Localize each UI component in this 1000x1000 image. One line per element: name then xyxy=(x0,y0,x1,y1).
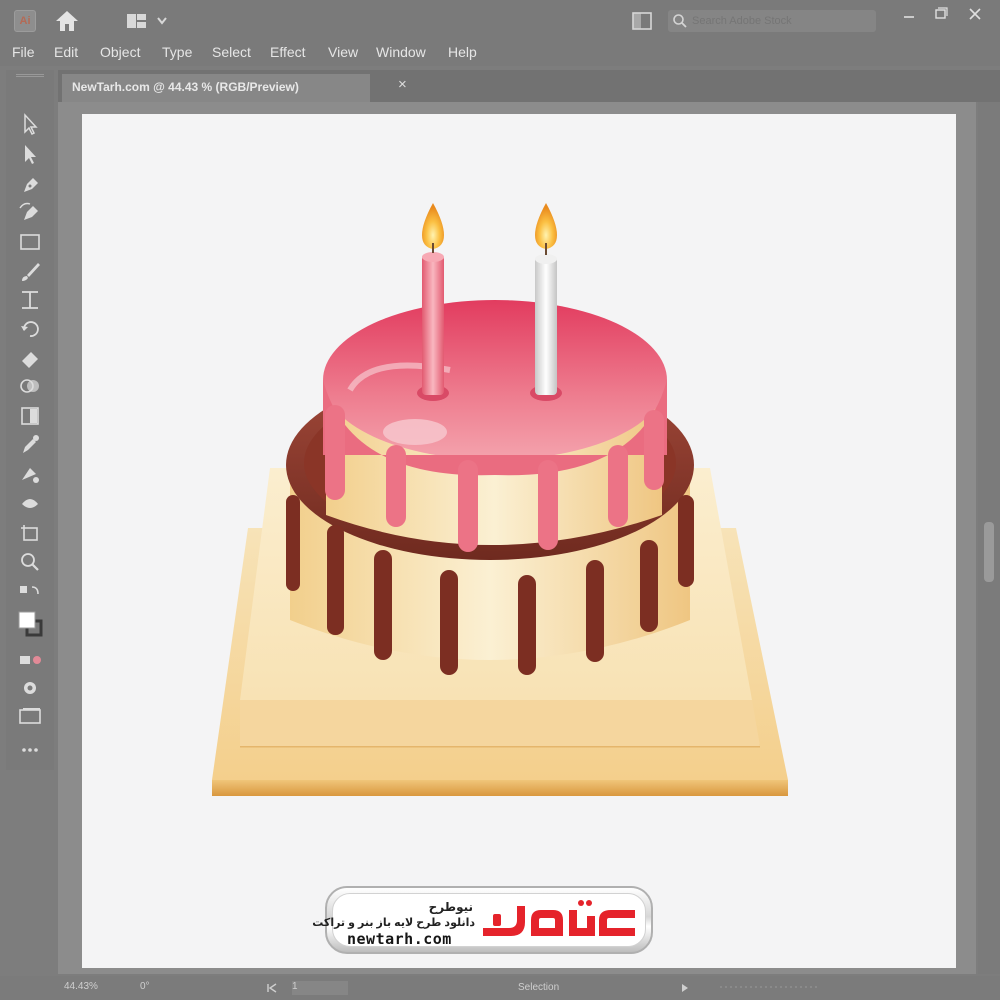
tools-panel xyxy=(6,70,54,770)
width-tool-icon xyxy=(22,291,38,309)
menu-help[interactable]: Help xyxy=(448,44,477,60)
status-bar: 44.43% 0° 1 Selection xyxy=(0,976,1000,1000)
pen-icon xyxy=(24,178,38,192)
watermark-tagline: دانلود طرح لایه باز بنر و تراکت xyxy=(312,917,475,929)
menu-effect[interactable]: Effect xyxy=(270,44,306,60)
zoom-level-field[interactable]: 44.43% xyxy=(64,981,114,995)
blend-icon xyxy=(22,468,39,483)
rectangle-icon xyxy=(20,234,40,250)
menu-type[interactable]: Type xyxy=(162,44,192,60)
color-mode-icon xyxy=(20,656,41,664)
rotation-field[interactable]: 0° xyxy=(140,981,180,995)
close-tab-icon[interactable]: × xyxy=(398,76,407,93)
app-logo: Ai xyxy=(14,10,36,32)
curvature-pen-icon xyxy=(19,202,38,220)
swap-colors-button[interactable] xyxy=(16,582,44,606)
panel-grip[interactable] xyxy=(16,74,44,77)
eraser-tool[interactable] xyxy=(16,346,44,370)
maximize-button[interactable] xyxy=(928,4,954,24)
stock-search-box[interactable] xyxy=(668,10,876,32)
symbol-sprayer-tool[interactable] xyxy=(16,490,44,514)
selection-arrow-icon xyxy=(24,113,38,136)
gradient-tool[interactable] xyxy=(16,404,44,428)
search-icon xyxy=(673,14,687,28)
fill-stroke-icon xyxy=(18,611,43,637)
artboard-tool[interactable] xyxy=(16,520,44,544)
watermark-url: newtarh.com xyxy=(347,930,452,948)
eyedropper-tool[interactable] xyxy=(16,432,44,456)
pen-tool[interactable] xyxy=(16,172,44,196)
vertical-scrollbar[interactable] xyxy=(978,102,1000,974)
watermark-title: نیوطرح xyxy=(428,900,473,914)
rectangle-tool[interactable] xyxy=(16,230,44,254)
more-tools-button[interactable] xyxy=(16,738,44,762)
newtarh-logo-mark xyxy=(483,900,635,936)
first-artboard-icon[interactable] xyxy=(266,981,278,995)
symbol-sprayer-icon xyxy=(22,499,38,508)
birthday-cake-artwork[interactable] xyxy=(200,195,800,815)
blend-tool[interactable] xyxy=(16,462,44,486)
progress-dots-icon xyxy=(720,986,820,988)
paintbrush-icon xyxy=(22,263,40,281)
status-menu-arrow-icon[interactable] xyxy=(678,981,692,995)
shape-builder-tool[interactable] xyxy=(16,374,44,398)
home-button[interactable] xyxy=(52,8,82,34)
rotate-icon xyxy=(21,321,39,337)
minimize-icon xyxy=(904,16,914,18)
menu-view[interactable]: View xyxy=(328,44,358,60)
workspace-switcher-button[interactable] xyxy=(124,10,170,32)
direct-selection-icon xyxy=(25,145,36,164)
search-input[interactable] xyxy=(692,13,868,29)
eraser-icon xyxy=(22,352,38,368)
draw-mode-button[interactable] xyxy=(16,676,44,700)
zoom-icon xyxy=(21,553,39,571)
fill-stroke-swatch[interactable] xyxy=(16,608,44,640)
restore-icon xyxy=(935,7,948,19)
screen-mode-button[interactable] xyxy=(16,704,44,728)
title-bar: Ai xyxy=(0,0,1000,40)
close-window-button[interactable] xyxy=(962,4,988,24)
arrange-documents-button[interactable] xyxy=(630,10,654,32)
menu-select[interactable]: Select xyxy=(212,44,251,60)
screen-mode-icon xyxy=(19,708,41,724)
menu-edit[interactable]: Edit xyxy=(54,44,78,60)
minimize-button[interactable] xyxy=(896,4,922,24)
newtarh-watermark: نیوطرح دانلود طرح لایه باز بنر و تراکت n… xyxy=(312,886,653,954)
watermark-inner: نیوطرح دانلود طرح لایه باز بنر و تراکت n… xyxy=(312,893,646,948)
width-tool[interactable] xyxy=(16,288,44,312)
arrange-documents-icon xyxy=(632,12,652,30)
curvature-tool[interactable] xyxy=(16,200,44,224)
shape-builder-icon xyxy=(20,379,39,393)
gradient-icon xyxy=(21,407,39,425)
menu-bar: File Edit Object Type Select Effect View… xyxy=(0,40,1000,66)
home-icon xyxy=(56,11,78,31)
menu-object[interactable]: Object xyxy=(100,44,140,60)
paintbrush-tool[interactable] xyxy=(16,260,44,284)
document-tab-label: NewTarh.com @ 44.43 % (RGB/Preview) xyxy=(72,80,299,94)
color-mode-button[interactable] xyxy=(16,648,44,672)
draw-mode-icon xyxy=(24,682,36,694)
close-icon xyxy=(969,8,981,20)
zoom-tool[interactable] xyxy=(16,550,44,574)
direct-selection-tool[interactable] xyxy=(16,142,44,166)
tool-mode-label: Selection xyxy=(518,982,560,993)
menu-file[interactable]: File xyxy=(12,44,35,60)
selection-tool[interactable] xyxy=(16,112,44,136)
menu-window[interactable]: Window xyxy=(376,44,426,60)
rotate-tool[interactable] xyxy=(16,316,44,340)
swap-colors-icon xyxy=(20,586,39,595)
workspace-grid-icon xyxy=(127,14,167,28)
eyedropper-icon xyxy=(23,435,39,453)
artboard-icon xyxy=(21,525,38,541)
artboard-number-field[interactable]: 1 xyxy=(292,981,348,995)
document-tab-bar: NewTarh.com @ 44.43 % (RGB/Preview) × xyxy=(58,70,1000,102)
document-tab[interactable]: NewTarh.com @ 44.43 % (RGB/Preview) xyxy=(62,74,370,102)
more-tools-icon xyxy=(22,748,38,752)
vertical-scroll-thumb[interactable] xyxy=(984,522,994,582)
